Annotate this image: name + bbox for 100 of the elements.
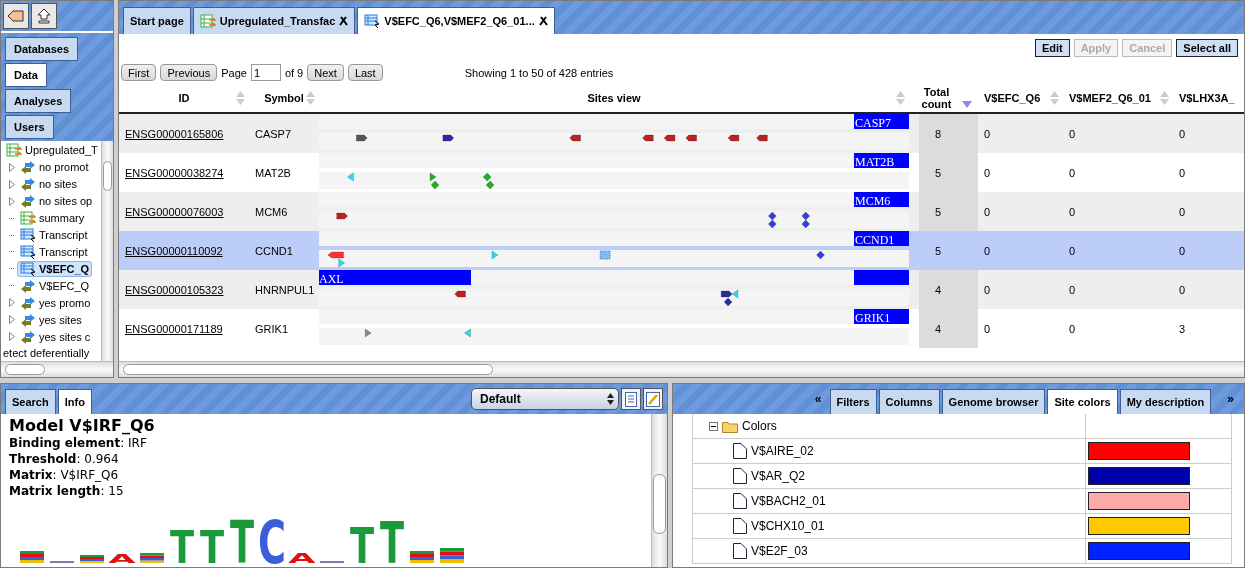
last-page-button[interactable]: Last [347, 64, 383, 81]
panel-tab[interactable]: Columns [878, 389, 940, 414]
tree-item[interactable]: no promot [17, 159, 92, 176]
table-icon [20, 228, 36, 243]
close-icon[interactable] [339, 16, 349, 26]
gene-id-link[interactable]: ENSG00000165806 [125, 127, 224, 140]
arrows-icon [20, 329, 36, 344]
color-swatch[interactable] [1088, 467, 1190, 485]
column-header[interactable]: V$EFC_Q6 [978, 84, 1063, 112]
expand-arrow-icon[interactable] [9, 315, 15, 325]
tree-item[interactable]: yes sites c [17, 328, 94, 345]
panel-tab[interactable]: Info [57, 389, 92, 414]
column-header[interactable]: V$LHX3A_ [1173, 84, 1244, 112]
table-cell-text: HNRNPUL1 [254, 282, 316, 298]
tree-item[interactable]: Transcript [17, 227, 91, 244]
table-row[interactable]: ENSG00000105323 HNRNPUL1 AXL 4 0 0 0 [119, 270, 1244, 309]
expand-arrow-icon[interactable] [9, 179, 15, 189]
sidebar-tab[interactable]: Data [5, 63, 47, 87]
next-page-button[interactable]: Next [307, 64, 344, 81]
tree-item[interactable]: V$EFC_Q [17, 277, 93, 294]
site-label[interactable]: V$E2F_03 [751, 544, 808, 558]
color-swatch[interactable] [1088, 492, 1190, 510]
gene-label: CCND1 [854, 231, 909, 246]
horizontal-scrollbar[interactable] [1, 361, 113, 377]
table-cell-text: 0 [983, 165, 992, 181]
back-button[interactable] [3, 3, 29, 29]
toolbar-button[interactable]: Select all [1176, 39, 1238, 57]
expand-arrow-icon[interactable] [9, 298, 15, 308]
sort-descending-icon[interactable] [962, 101, 972, 108]
sidebar-tab[interactable]: Analyses [5, 89, 72, 113]
tree-item[interactable]: Upregulated_T [3, 142, 101, 159]
previous-page-button[interactable]: Previous [160, 64, 218, 81]
file-icon [733, 443, 747, 459]
gene-id-link[interactable]: ENSG00000038274 [125, 166, 224, 179]
close-icon[interactable] [538, 16, 548, 26]
column-header[interactable]: Total count [909, 84, 978, 112]
view-select[interactable]: Default [471, 388, 619, 410]
first-page-button[interactable]: First [121, 64, 157, 81]
gene-id-link[interactable]: ENSG00000105323 [125, 283, 224, 296]
vertical-scrollbar[interactable] [101, 141, 113, 361]
edit-button[interactable] [643, 388, 663, 410]
gene-id-link[interactable]: ENSG00000171189 [125, 322, 223, 335]
table-cell-text: 0 [1178, 126, 1187, 142]
tree-item[interactable]: Transcript [17, 244, 91, 260]
panel-tab[interactable]: Search [5, 389, 56, 414]
column-header[interactable]: Sites view [319, 84, 909, 112]
sidebar-tab[interactable]: Users [5, 115, 54, 139]
panel-tab[interactable]: Filters [829, 389, 877, 414]
panel-tab[interactable]: Site colors [1047, 389, 1118, 414]
logo-letter: T [229, 508, 255, 565]
panel-tab[interactable]: My description [1119, 389, 1212, 414]
table-row[interactable]: ENSG00000165806 CASP7 CASP7 8 0 0 0 [119, 114, 1244, 153]
scroll-right-button[interactable]: » [1221, 392, 1240, 406]
document-tab[interactable]: Upregulated_Transfac [192, 7, 356, 34]
expand-arrow-icon[interactable] [9, 332, 15, 342]
expand-arrow-icon[interactable] [9, 162, 15, 172]
site-label[interactable]: V$CHX10_01 [751, 519, 825, 533]
table-icon [6, 143, 22, 158]
tree-item[interactable]: V$EFC_Q [17, 260, 93, 277]
logo-stack-drawing [20, 551, 44, 563]
panel-tab[interactable]: Genome browser [941, 389, 1046, 414]
folder-label[interactable]: Colors [742, 419, 777, 433]
expand-arrow-icon[interactable] [9, 196, 15, 206]
column-header[interactable]: Symbol [249, 84, 319, 112]
gene-id-link[interactable]: ENSG00000076003 [125, 205, 224, 218]
table-cell: 8 [919, 114, 978, 153]
arrows-icon [20, 194, 36, 209]
column-header[interactable]: ID [119, 84, 249, 112]
site-label[interactable]: V$BACH2_01 [751, 494, 826, 508]
table-cell-text: 0 [1068, 282, 1077, 298]
table-cell-text: 0 [1178, 243, 1187, 259]
column-header[interactable]: V$MEF2_Q6_01 [1063, 84, 1173, 112]
tree-item[interactable]: yes sites [17, 311, 85, 328]
tree-item[interactable]: yes promo [17, 294, 94, 311]
tree-item[interactable]: no sites [17, 176, 80, 193]
color-swatch[interactable] [1088, 517, 1190, 535]
scroll-left-button[interactable]: « [808, 392, 828, 406]
document-tab[interactable]: V$EFC_Q6,V$MEF2_Q6_01... [357, 7, 555, 34]
tree-item[interactable]: summary [17, 210, 88, 227]
pencil-icon [646, 391, 660, 407]
color-swatch[interactable] [1088, 542, 1190, 560]
collapse-icon[interactable] [709, 421, 718, 431]
site-label[interactable]: V$AR_Q2 [751, 469, 806, 483]
sidebar-tab[interactable]: Databases [5, 37, 79, 61]
table-icon [20, 211, 36, 226]
document-button[interactable] [621, 388, 641, 410]
vertical-scrollbar[interactable] [651, 414, 667, 567]
table-cell-text: MCM6 [254, 204, 289, 220]
color-swatch[interactable] [1088, 442, 1190, 460]
document-tab[interactable]: Start page [123, 7, 191, 34]
table-row[interactable]: ENSG00000076003 MCM6 MCM6 5 0 0 0 [119, 192, 1244, 231]
site-label[interactable]: V$AIRE_02 [751, 444, 814, 458]
gene-id-link[interactable]: ENSG00000110092 [125, 244, 223, 257]
toolbar-button[interactable]: Edit [1034, 39, 1070, 57]
horizontal-scrollbar[interactable] [119, 361, 1244, 377]
upload-button[interactable] [31, 3, 57, 29]
logo-stack-drawing [440, 548, 464, 563]
page-input[interactable]: 1 [250, 64, 281, 81]
tree-item[interactable]: no sites op [17, 193, 96, 210]
table-row[interactable]: ENSG00000110092 CCND1 CCND1 5 0 0 0 [119, 231, 1244, 270]
